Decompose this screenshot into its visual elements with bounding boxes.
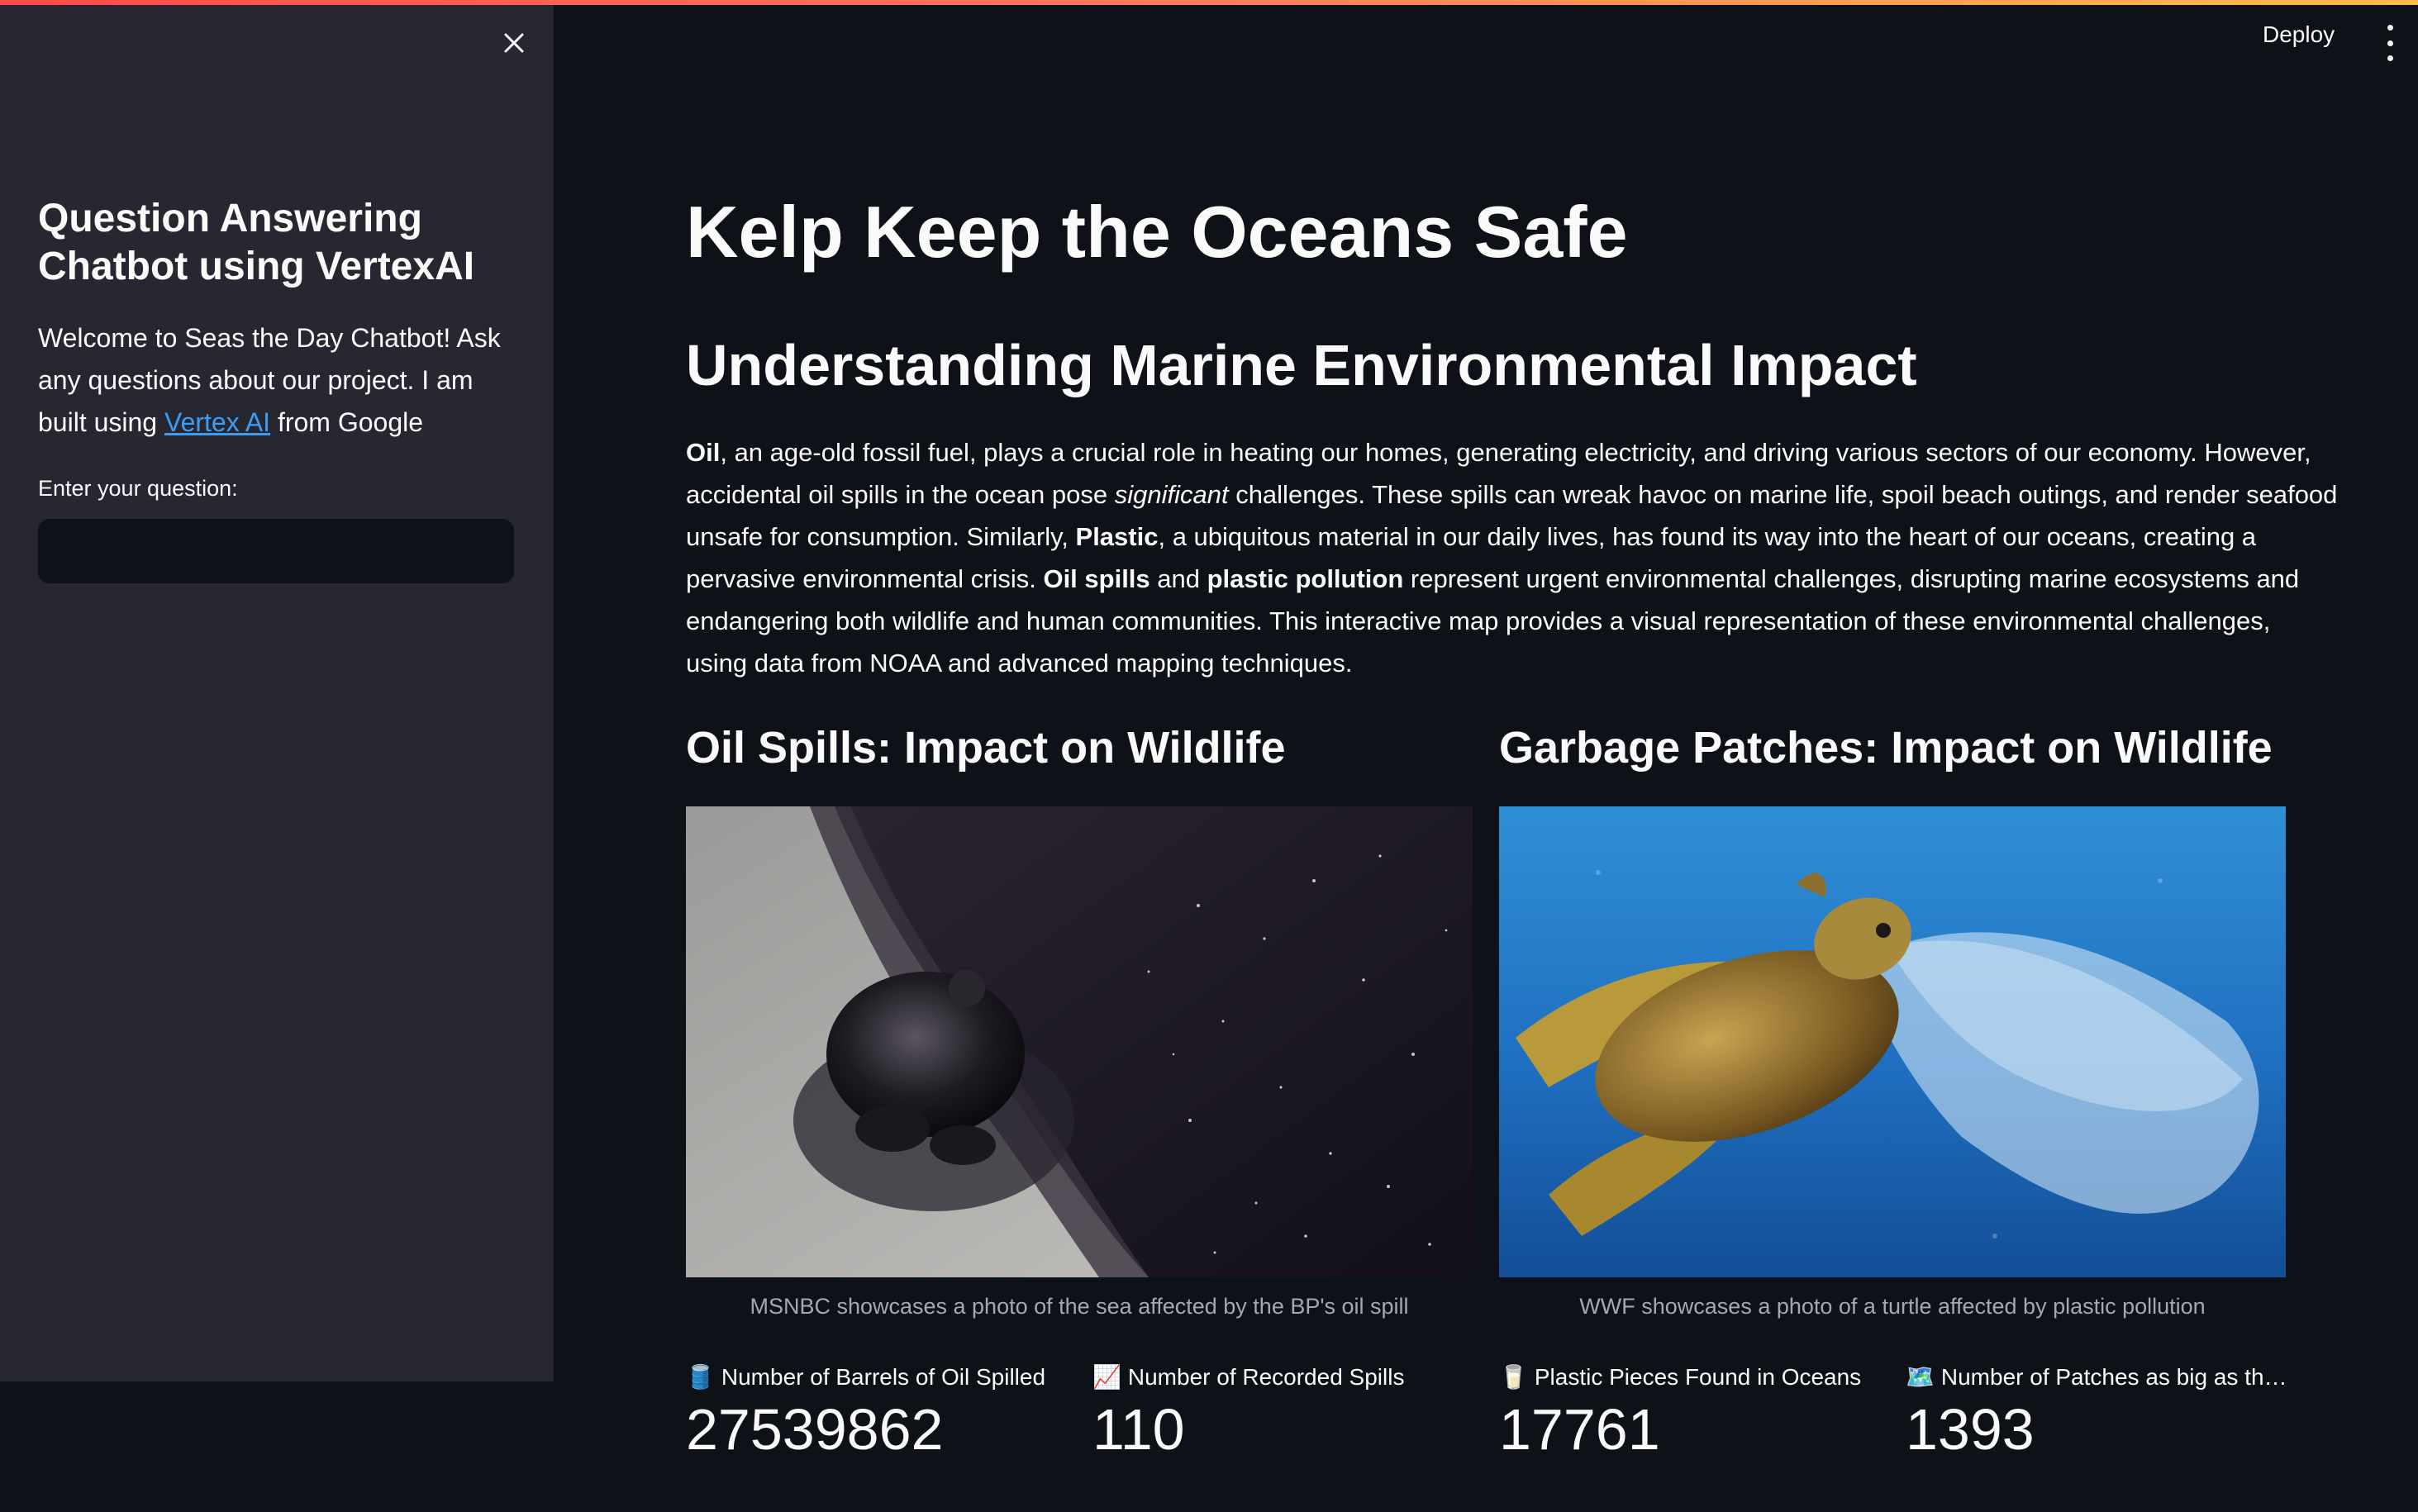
metric-label-text: Number of Recorded Spills [1127, 1364, 1405, 1390]
metric-label-patches: 🗺️ Number of Patches as big as the P... [1906, 1363, 2294, 1391]
sidebar: Question Answering Chatbot using VertexA… [0, 0, 554, 1381]
sidebar-desc-text-end: from Google [270, 407, 424, 437]
metric-label-spills: 📈 Number of Recorded Spills [1092, 1363, 1481, 1391]
top-decoration-bar [0, 0, 2418, 5]
metric-value-patches: 1393 [1906, 1397, 2035, 1462]
metric-label-text: Plastic Pieces Found in Oceans [1534, 1364, 1862, 1390]
turtle-plastic-photo [1499, 806, 2286, 1277]
sidebar-bottom-strip [0, 1381, 554, 1512]
intro-text-and: and [1150, 564, 1207, 593]
metric-value-spills: 110 [1092, 1397, 1185, 1462]
page-title: Kelp Keep the Oceans Safe [686, 191, 1628, 273]
intro-bold-plastic: Plastic [1075, 522, 1159, 551]
metric-label-text: Number of Barrels of Oil Spilled [721, 1364, 1046, 1390]
oil-spills-heading: Oil Spills: Impact on Wildlife [686, 723, 1286, 773]
kebab-menu-icon [2387, 25, 2393, 61]
intro-bold-oil-spills: Oil spills [1043, 564, 1150, 593]
close-sidebar-button[interactable] [494, 25, 534, 64]
oil-barrel-icon: 🛢️ [686, 1364, 715, 1390]
intro-italic-significant: significant [1114, 480, 1229, 509]
map-icon: 🗺️ [1906, 1364, 1935, 1390]
main-menu-button[interactable] [2380, 25, 2400, 61]
cup-icon: 🥛 [1499, 1364, 1528, 1390]
sidebar-description: Welcome to Seas the Day Chatbot! Ask any… [38, 317, 526, 444]
turtle-caption: WWF showcases a photo of a turtle affect… [1579, 1294, 2206, 1319]
deploy-button[interactable]: Deploy [2263, 21, 2335, 48]
metric-value-plastic: 17761 [1499, 1397, 1660, 1462]
intro-bold-oil: Oil [686, 438, 721, 467]
intro-bold-plastic-pollution: plastic pollution [1207, 564, 1404, 593]
question-input[interactable] [38, 519, 514, 583]
metric-label-text: Number of Patches as big as the P... [1940, 1364, 2294, 1390]
metric-label-plastic: 🥛 Plastic Pieces Found in Oceans [1499, 1363, 1887, 1391]
section-title: Understanding Marine Environmental Impac… [686, 333, 1917, 397]
chart-increasing-icon: 📈 [1092, 1364, 1121, 1390]
oil-spill-caption: MSNBC showcases a photo of the sea affec… [750, 1294, 1409, 1319]
intro-paragraph: Oil, an age-old fossil fuel, plays a cru… [686, 431, 2339, 684]
oil-spill-photo [686, 806, 1473, 1277]
close-icon [502, 31, 526, 59]
sidebar-title: Question Answering Chatbot using VertexA… [38, 197, 475, 288]
garbage-patches-heading: Garbage Patches: Impact on Wildlife [1499, 723, 2273, 773]
vertex-ai-link[interactable]: Vertex AI [164, 407, 270, 437]
metric-label-barrels: 🛢️ Number of Barrels of Oil Spilled [686, 1363, 1074, 1391]
question-input-label: Enter your question: [38, 476, 238, 501]
metric-value-barrels: 27539862 [686, 1397, 944, 1462]
